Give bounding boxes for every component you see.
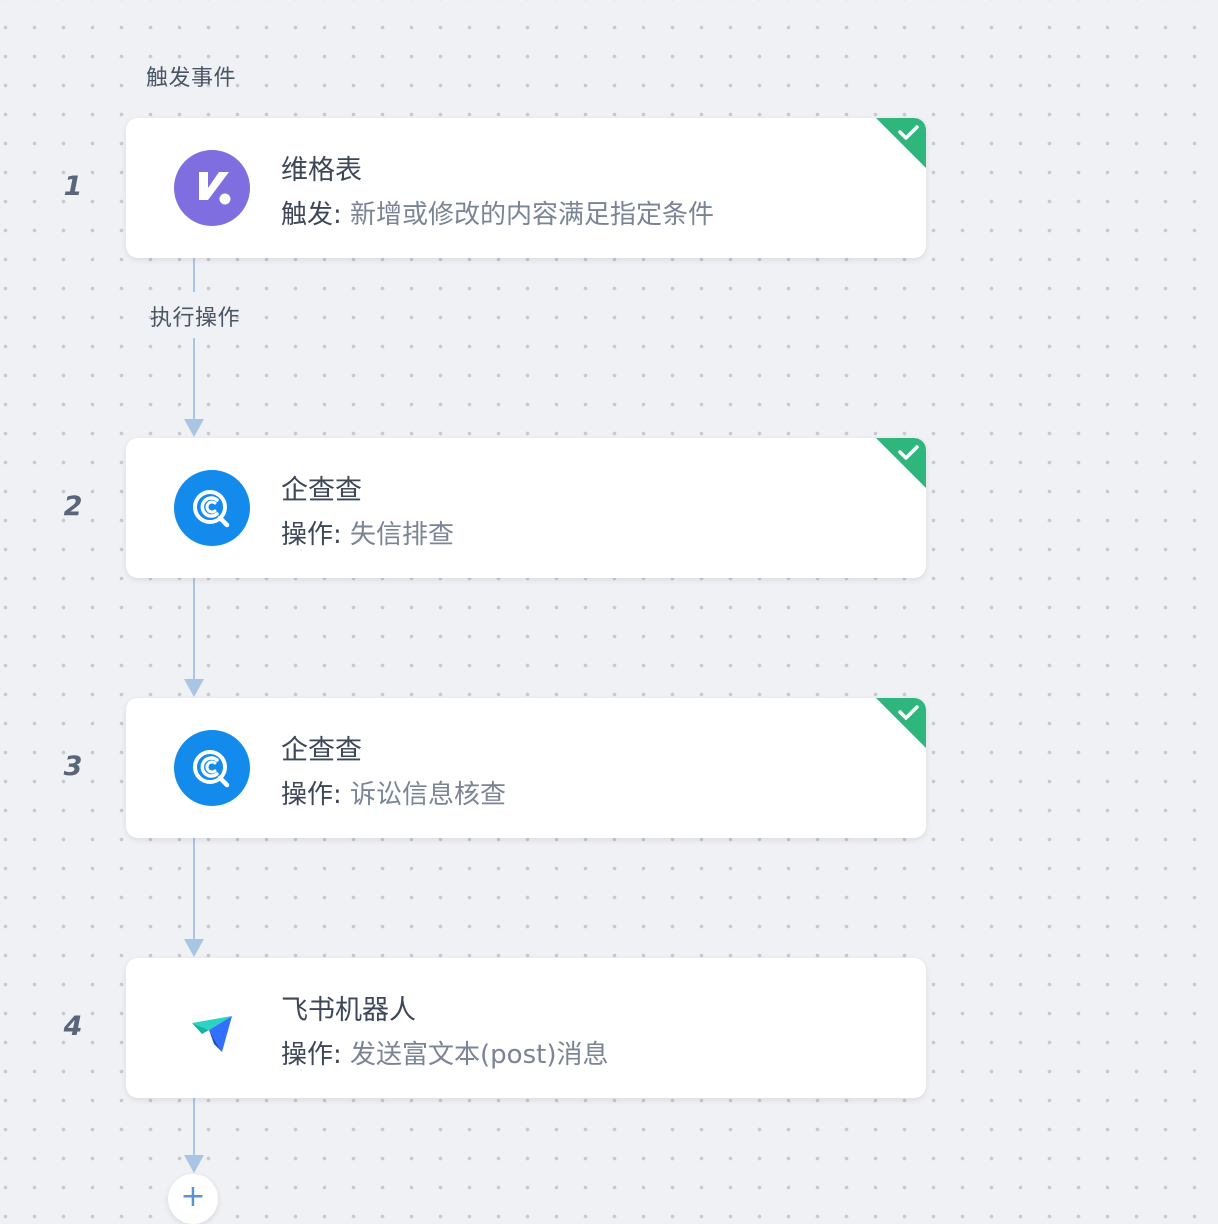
step-number: 2 (63, 491, 83, 522)
connector-line (193, 338, 195, 422)
step-kind-label: 操作: (281, 1040, 342, 1070)
plus-icon: + (180, 1179, 206, 1214)
step-card-qichacha-1[interactable]: 企查查 操作: 失信排查 (126, 438, 926, 578)
step-detail: 新增或修改的内容满足指定条件 (350, 200, 715, 230)
connector-line (193, 258, 195, 292)
trigger-section-label: 触发事件 (146, 66, 237, 91)
connector-line (193, 578, 195, 682)
connector-arrow (184, 679, 204, 697)
step-detail: 失信排查 (350, 520, 455, 550)
step-app-name: 飞书机器人 (281, 995, 416, 1026)
check-badge-icon (876, 698, 926, 748)
step-number: 1 (63, 171, 83, 202)
connector-arrow (184, 1155, 204, 1173)
step-card-qichacha-2[interactable]: 企查查 操作: 诉讼信息核查 (126, 698, 926, 838)
step-number: 4 (63, 1011, 83, 1042)
step-description: 操作: 失信排查 (281, 514, 454, 551)
step-description: 操作: 发送富文本(post)消息 (281, 1034, 608, 1071)
step-app-name: 企查查 (281, 475, 362, 506)
add-step-button[interactable]: + (168, 1174, 218, 1224)
step-detail: 发送富文本(post)消息 (350, 1040, 609, 1070)
step-description: 操作: 诉讼信息核查 (281, 774, 506, 811)
qichacha-logo-icon (174, 730, 250, 806)
step-detail: 诉讼信息核查 (350, 780, 507, 810)
check-badge-icon (876, 438, 926, 488)
step-number: 3 (63, 751, 83, 782)
feishu-bot-logo-icon (174, 990, 250, 1066)
step-kind-label: 操作: (281, 780, 342, 810)
check-badge-icon (876, 118, 926, 168)
step-app-name: 维格表 (281, 155, 362, 186)
action-section-label: 执行操作 (150, 306, 241, 331)
connector-arrow (184, 939, 204, 957)
connector-arrow (184, 419, 204, 437)
connector-line (193, 838, 195, 942)
step-description: 触发: 新增或修改的内容满足指定条件 (281, 194, 714, 231)
vika-logo-icon (174, 150, 250, 226)
step-card-vika-trigger[interactable]: 维格表 触发: 新增或修改的内容满足指定条件 (126, 118, 926, 258)
step-app-name: 企查查 (281, 735, 362, 766)
qichacha-logo-icon (174, 470, 250, 546)
step-kind-label: 触发: (281, 200, 342, 230)
step-card-feishu-bot[interactable]: 飞书机器人 操作: 发送富文本(post)消息 (126, 958, 926, 1098)
step-kind-label: 操作: (281, 520, 342, 550)
connector-line (193, 1098, 195, 1158)
